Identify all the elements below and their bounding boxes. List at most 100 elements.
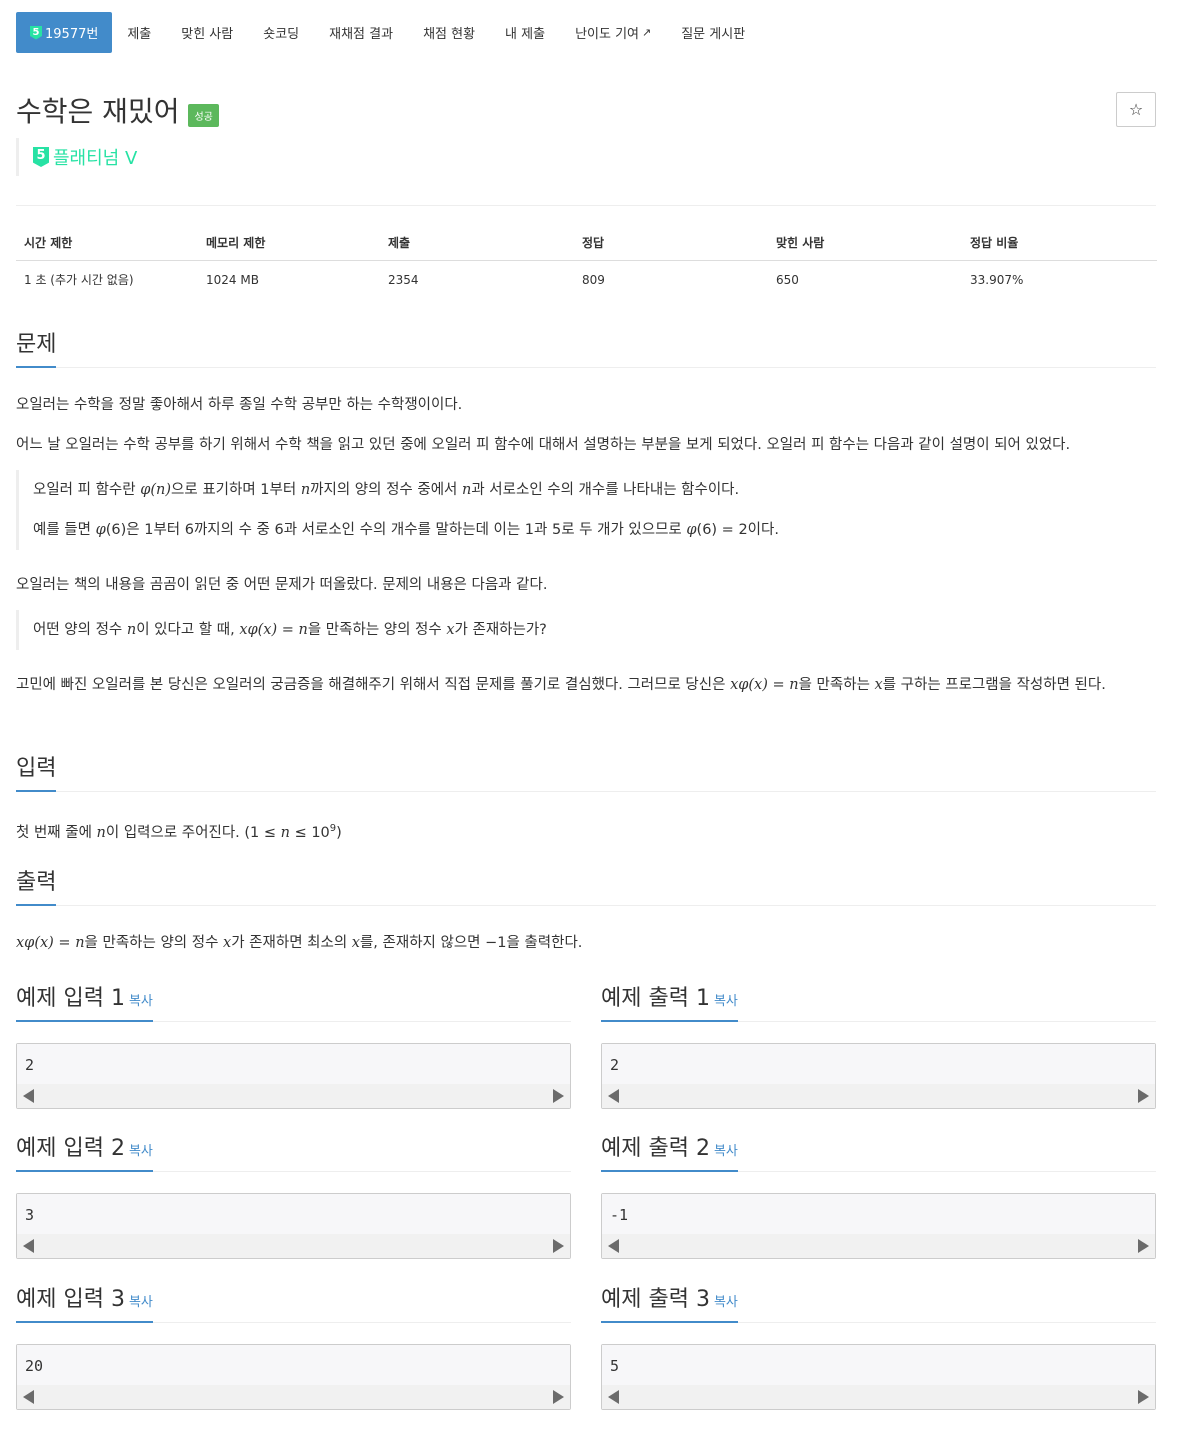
tab-status[interactable]: 채점 현황 <box>408 12 490 53</box>
quote-line: 어떤 양의 정수 n이 있다고 할 때, xφ(x) = n을 만족하는 양의 … <box>33 622 547 638</box>
sample-input-2-header: 예제 입력 2 복사 <box>16 1130 571 1172</box>
copy-button[interactable]: 복사 <box>714 1295 738 1310</box>
title-row: 수학은 재밌어 성공 <box>16 90 219 130</box>
sample-input-box[interactable]: 20 <box>16 1344 571 1410</box>
col-time-limit: 시간 제한 <box>16 226 198 261</box>
scroll-right-icon[interactable] <box>553 1089 564 1103</box>
sample-output-value: -1 <box>610 1206 629 1224</box>
ratio-value: 33.907% <box>970 272 1024 287</box>
input-section-header: 입력 <box>16 750 1156 792</box>
output-description: xφ(x) = n을 만족하는 양의 정수 x가 존재하면 최소의 x를, 존재… <box>16 935 583 951</box>
copy-button[interactable]: 복사 <box>129 994 153 1009</box>
sample-output-value: 2 <box>610 1056 620 1074</box>
scroll-right-icon[interactable] <box>1138 1390 1149 1404</box>
scroll-left-icon[interactable] <box>23 1239 34 1253</box>
col-ratio: 정답 비율 <box>962 226 1157 261</box>
sample-input-3-header: 예제 입력 3 복사 <box>16 1281 571 1323</box>
star-button[interactable]: ☆ <box>1116 92 1156 127</box>
sample-output-title: 예제 출력 1 <box>601 986 710 1011</box>
col-submissions: 제출 <box>380 226 574 261</box>
sample-output-box[interactable]: 5 <box>601 1344 1156 1410</box>
tab-my-submissions[interactable]: 내 제출 <box>490 12 560 53</box>
tab-question-board[interactable]: 질문 게시판 <box>666 12 760 53</box>
horizontal-scrollbar[interactable] <box>17 1084 570 1108</box>
horizontal-scrollbar[interactable] <box>602 1234 1155 1258</box>
horizontal-scrollbar[interactable] <box>602 1385 1155 1409</box>
sample-output-title: 예제 출력 2 <box>601 1136 710 1161</box>
problem-section-header: 문제 <box>16 326 1156 368</box>
col-accepted: 정답 <box>574 226 768 261</box>
sample-output-title: 예제 출력 3 <box>601 1287 710 1312</box>
tab-short-coding[interactable]: 숏코딩 <box>248 12 314 53</box>
definition-quote: 오일러 피 함수란 φ(n)으로 표기하며 1부터 n까지의 양의 정수 중에서… <box>16 470 779 550</box>
horizontal-scrollbar[interactable] <box>17 1234 570 1258</box>
sample-input-value: 20 <box>25 1357 44 1375</box>
problem-info-table: 시간 제한 메모리 제한 제출 정답 맞힌 사람 정답 비율 1 초 (추가 시… <box>16 226 1157 298</box>
problem-id-label: 19577번 <box>45 27 99 42</box>
sample-input-box[interactable]: 3 <box>16 1193 571 1259</box>
copy-button[interactable]: 복사 <box>714 1144 738 1159</box>
scroll-right-icon[interactable] <box>1138 1089 1149 1103</box>
page-title: 수학은 재밌어 <box>16 95 180 128</box>
star-icon: ☆ <box>1128 100 1144 119</box>
tab-problem[interactable]: 5 19577번 <box>16 12 113 53</box>
status-badge: 성공 <box>188 103 219 127</box>
copy-button[interactable]: 복사 <box>714 994 738 1009</box>
input-description: 첫 번째 줄에 n이 입력으로 주어진다. (1 ≤ n ≤ 109) <box>16 823 342 841</box>
tier-icon: 5 <box>33 147 49 167</box>
sample-output-1-header: 예제 출력 1 복사 <box>601 980 1156 1022</box>
scroll-left-icon[interactable] <box>608 1390 619 1404</box>
sample-input-title: 예제 입력 2 <box>16 1136 125 1161</box>
problem-page: 5 19577번 제출 맞힌 사람 숏코딩 재채점 결과 채점 현황 내 제출 … <box>0 0 1185 1435</box>
scroll-left-icon[interactable] <box>23 1390 34 1404</box>
time-limit-value: 1 초 (추가 시간 없음) <box>24 273 134 287</box>
horizontal-scrollbar[interactable] <box>17 1385 570 1409</box>
memory-limit-value: 1024 MB <box>206 272 259 287</box>
sample-input-title: 예제 입력 1 <box>16 986 125 1011</box>
col-memory-limit: 메모리 제한 <box>198 226 380 261</box>
copy-button[interactable]: 복사 <box>129 1295 153 1310</box>
divider <box>16 205 1156 206</box>
tab-submit[interactable]: 제출 <box>112 12 166 53</box>
sample-output-2-header: 예제 출력 2 복사 <box>601 1130 1156 1172</box>
horizontal-scrollbar[interactable] <box>602 1084 1155 1108</box>
scroll-right-icon[interactable] <box>553 1390 564 1404</box>
scroll-right-icon[interactable] <box>1138 1239 1149 1253</box>
tab-difficulty-contribution[interactable]: 난이도 기여 ↗ <box>560 12 666 53</box>
submissions-value: 2354 <box>388 272 419 287</box>
difficulty-contribution-label: 난이도 기여 <box>575 27 639 42</box>
copy-button[interactable]: 복사 <box>129 1144 153 1159</box>
tab-rejudge-results[interactable]: 재채점 결과 <box>314 12 408 53</box>
description-paragraph: 고민에 빠진 오일러를 본 당신은 오일러의 궁금증을 해결해주기 위해서 직접… <box>16 677 1106 693</box>
col-solved-users: 맞힌 사람 <box>768 226 962 261</box>
input-heading: 입력 <box>16 750 57 792</box>
sample-input-1-header: 예제 입력 1 복사 <box>16 980 571 1022</box>
tab-solved-users[interactable]: 맞힌 사람 <box>166 12 248 53</box>
sample-output-value: 5 <box>610 1357 620 1375</box>
solved-users-value: 650 <box>776 272 799 287</box>
sample-input-value: 3 <box>25 1206 35 1224</box>
table-header-row: 시간 제한 메모리 제한 제출 정답 맞힌 사람 정답 비율 <box>16 226 1157 261</box>
accepted-value: 809 <box>582 272 605 287</box>
tier-info: 5 플래티넘 V <box>16 138 137 176</box>
output-section-header: 출력 <box>16 864 1156 906</box>
tier-icon: 5 <box>30 25 42 40</box>
scroll-left-icon[interactable] <box>23 1089 34 1103</box>
sample-input-value: 2 <box>25 1056 35 1074</box>
question-quote: 어떤 양의 정수 n이 있다고 할 때, xφ(x) = n을 만족하는 양의 … <box>16 610 547 650</box>
sample-input-title: 예제 입력 3 <box>16 1287 125 1312</box>
description-paragraph: 어느 날 오일러는 수학 공부를 하기 위해서 수학 책을 읽고 있던 중에 오… <box>16 437 1071 453</box>
external-link-icon: ↗ <box>642 26 652 39</box>
sample-input-box[interactable]: 2 <box>16 1043 571 1109</box>
sample-output-box[interactable]: 2 <box>601 1043 1156 1109</box>
quote-line: 오일러 피 함수란 φ(n)으로 표기하며 1부터 n까지의 양의 정수 중에서… <box>33 482 740 498</box>
scroll-right-icon[interactable] <box>553 1239 564 1253</box>
description-paragraph: 오일러는 수학을 정말 좋아해서 하루 종일 수학 공부만 하는 수학쟁이이다. <box>16 397 463 413</box>
sample-output-box[interactable]: -1 <box>601 1193 1156 1259</box>
description-paragraph: 오일러는 책의 내용을 곰곰이 읽던 중 어떤 문제가 떠올랐다. 문제의 내용… <box>16 577 548 593</box>
problem-heading: 문제 <box>16 326 57 368</box>
scroll-left-icon[interactable] <box>608 1239 619 1253</box>
scroll-left-icon[interactable] <box>608 1089 619 1103</box>
tier-label[interactable]: 플래티넘 V <box>53 144 137 170</box>
quote-line: 예를 들면 φ(6)은 1부터 6까지의 수 중 6과 서로소인 수의 개수를 … <box>33 522 779 538</box>
